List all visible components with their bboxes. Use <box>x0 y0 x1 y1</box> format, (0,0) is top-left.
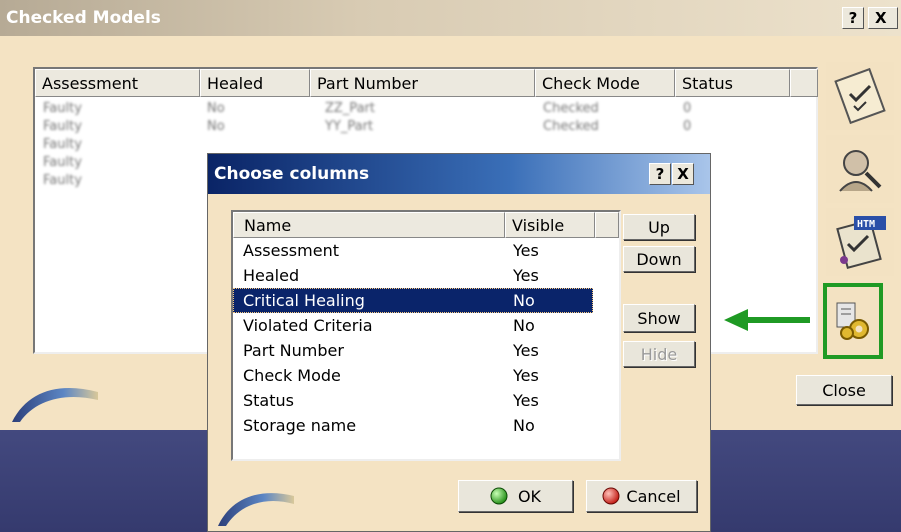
column-header-blank <box>790 69 818 97</box>
check-report-button[interactable] <box>826 62 894 130</box>
column-name: Assessment <box>243 241 339 260</box>
html-report-button[interactable]: HTM <box>826 208 894 276</box>
list-item[interactable]: Assessment Yes <box>233 238 619 263</box>
list-cell-check-mode: Checked <box>543 101 599 116</box>
list-item-selected[interactable]: Critical Healing No <box>233 288 593 313</box>
svg-text:HTM: HTM <box>857 219 875 230</box>
list-item[interactable]: Healed Yes <box>233 263 619 288</box>
dialog-title: Choose columns <box>214 164 370 184</box>
green-arrow-icon <box>724 309 810 331</box>
list-cell-status: 0 <box>683 119 692 134</box>
column-name: Check Mode <box>243 366 341 385</box>
cancel-button-label: Cancel <box>626 486 681 506</box>
ok-button-label: OK <box>517 486 542 506</box>
list-cell-assessment: Faulty <box>43 173 82 188</box>
column-visible: No <box>513 416 535 435</box>
list-cell-check-mode: Checked <box>543 119 599 134</box>
column-name: Storage name <box>243 416 357 435</box>
column-header-part-number[interactable]: Part Number <box>310 69 535 97</box>
dialog-help-button[interactable]: ? <box>649 163 671 185</box>
list-cell-healed: No <box>207 101 225 116</box>
column-name: Part Number <box>243 341 344 360</box>
list-item[interactable]: Part Number Yes <box>233 338 619 363</box>
column-visible: Yes <box>513 266 539 285</box>
column-visible: Yes <box>513 241 539 260</box>
catia-logo-arc <box>218 493 294 526</box>
red-light-icon <box>602 487 620 505</box>
column-header-blank <box>595 212 619 238</box>
catia-logo-arc <box>12 387 98 422</box>
column-header-assessment[interactable]: Assessment <box>35 69 200 97</box>
column-name: Status <box>243 391 294 410</box>
check-report-icon <box>834 68 886 124</box>
column-header-check-mode[interactable]: Check Mode <box>535 69 675 97</box>
green-light-icon <box>490 487 508 505</box>
dialog-title-bar: Choose columns ? X <box>208 154 710 194</box>
close-button[interactable]: Close <box>796 375 892 405</box>
list-cell-part-number: YY_Part <box>325 119 374 134</box>
list-item[interactable]: Status Yes <box>233 388 619 413</box>
list-cell-healed: No <box>207 119 225 134</box>
column-name: Violated Criteria <box>243 316 373 335</box>
search-person-icon <box>839 150 882 192</box>
hide-button[interactable]: Hide <box>623 341 695 367</box>
column-header-healed[interactable]: Healed <box>200 69 310 97</box>
column-visible: No <box>513 316 535 335</box>
column-visible: Yes <box>513 366 539 385</box>
main-window-title: Checked Models <box>6 8 161 28</box>
choose-columns-dialog: Choose columns ? X Name Visible Assessme… <box>207 153 711 532</box>
list-cell-assessment: Faulty <box>43 155 82 170</box>
settings-gear-button[interactable] <box>823 283 883 359</box>
settings-gear-icon <box>836 302 869 340</box>
column-name: Healed <box>243 266 300 285</box>
list-item[interactable]: Violated Criteria No <box>233 313 619 338</box>
column-header-status[interactable]: Status <box>675 69 790 97</box>
html-report-icon: HTM <box>836 216 886 269</box>
column-visible: No <box>513 291 535 310</box>
move-down-button[interactable]: Down <box>623 246 695 272</box>
help-button[interactable]: ? <box>842 7 864 29</box>
dialog-close-button[interactable]: X <box>672 163 694 185</box>
close-window-button[interactable]: X <box>868 7 898 29</box>
main-title-bar: Checked Models ? X <box>0 0 901 36</box>
move-up-button[interactable]: Up <box>623 214 695 240</box>
show-button[interactable]: Show <box>623 304 695 332</box>
ok-button[interactable]: OK <box>458 480 573 512</box>
list-cell-part-number: ZZ_Part <box>325 101 375 116</box>
list-cell-assessment: Faulty <box>43 101 82 116</box>
cancel-button[interactable]: Cancel <box>586 480 697 512</box>
column-name: Critical Healing <box>243 291 365 310</box>
column-visible: Yes <box>513 391 539 410</box>
list-item[interactable]: Check Mode Yes <box>233 363 619 388</box>
search-person-button[interactable] <box>826 135 894 203</box>
list-cell-assessment: Faulty <box>43 119 82 134</box>
columns-list[interactable]: Name Visible Assessment Yes Healed Yes C… <box>231 210 621 461</box>
list-cell-assessment: Faulty <box>43 137 82 152</box>
list-item[interactable]: Storage name No <box>233 413 619 438</box>
column-visible: Yes <box>513 341 539 360</box>
list-cell-status: 0 <box>683 101 692 116</box>
column-header-visible[interactable]: Visible <box>505 212 595 238</box>
column-header-name[interactable]: Name <box>233 212 505 238</box>
